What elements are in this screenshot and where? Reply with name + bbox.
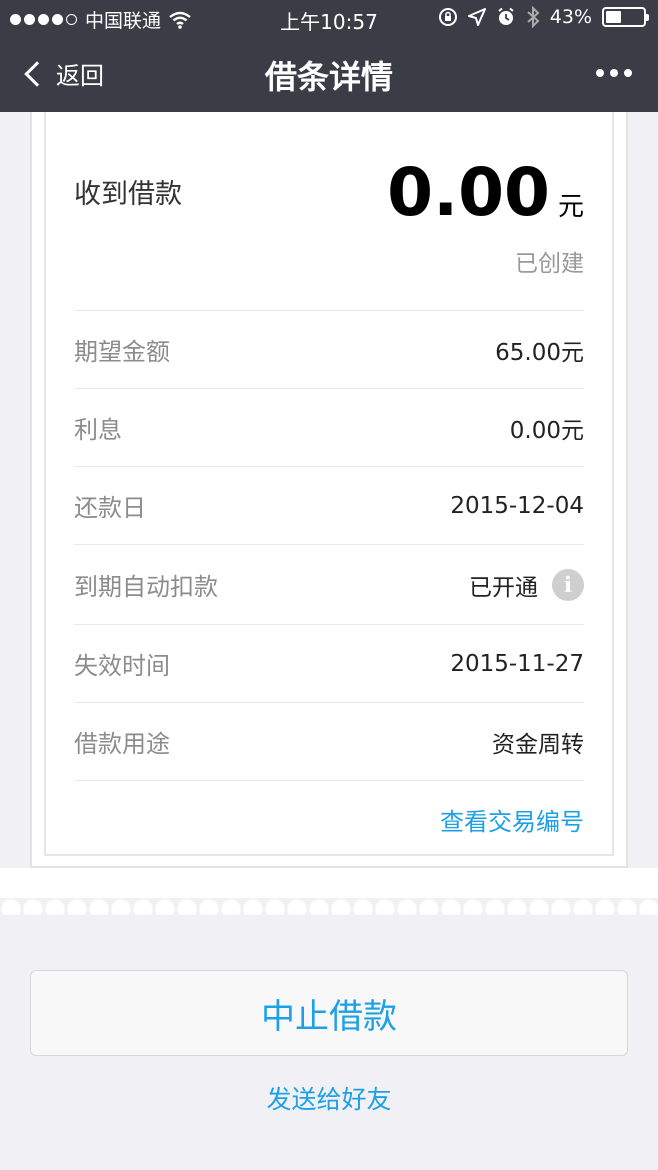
battery-percent: 43% bbox=[549, 6, 592, 28]
battery-fill bbox=[606, 11, 622, 23]
view-transaction-number-link[interactable]: 查看交易编号 bbox=[440, 802, 584, 837]
row-value: 资金周转 bbox=[492, 731, 584, 758]
row-key: 到期自动扣款 bbox=[74, 573, 218, 601]
top-bar: 中国联通 上午10:57 43% 返回 借条详情 bbox=[0, 0, 658, 112]
row-key: 失效时间 bbox=[74, 652, 170, 680]
detail-row-expiry-time: 失效时间 2015-11-27 bbox=[74, 624, 584, 702]
scalloped-edge bbox=[0, 893, 658, 915]
row-key: 期望金额 bbox=[74, 338, 170, 366]
stop-loan-button[interactable]: 中止借款 bbox=[30, 970, 628, 1056]
view-transaction-row: 查看交易编号 bbox=[74, 780, 584, 858]
row-key: 利息 bbox=[74, 416, 122, 444]
row-value: 0.00元 bbox=[509, 417, 584, 444]
status-badge: 已创建 bbox=[515, 251, 584, 277]
detail-row-expected-amount: 期望金额 65.00元 bbox=[74, 310, 584, 388]
amount-unit: 元 bbox=[557, 192, 584, 222]
detail-row-repayment-date: 还款日 2015-12-04 bbox=[74, 466, 584, 544]
nav-bar: 返回 借条详情 bbox=[0, 36, 658, 112]
location-arrow-icon bbox=[467, 8, 486, 26]
auto-debit-status: 已开通 bbox=[469, 574, 538, 601]
detail-row-auto-debit: 到期自动扣款 已开通 i bbox=[74, 544, 584, 624]
row-value: 2015-12-04 bbox=[450, 492, 584, 519]
more-options-icon[interactable] bbox=[596, 69, 632, 77]
status-right: 43% bbox=[438, 6, 649, 28]
row-value: 已开通 i bbox=[469, 568, 584, 602]
alarm-icon bbox=[498, 7, 514, 25]
status-bar: 中国联通 上午10:57 43% bbox=[0, 0, 658, 36]
row-value: 65.00元 bbox=[495, 339, 584, 366]
rotation-lock-icon bbox=[438, 8, 457, 26]
amount-value: 0.00 bbox=[387, 154, 550, 231]
row-key: 借款用途 bbox=[74, 730, 170, 758]
row-value: 2015-11-27 bbox=[450, 650, 584, 677]
send-to-friend-link[interactable]: 发送给好友 bbox=[0, 1080, 658, 1116]
row-key: 还款日 bbox=[74, 494, 146, 522]
bluetooth-icon bbox=[527, 6, 540, 28]
detail-list: 期望金额 65.00元 利息 0.00元 还款日 2015-12-04 到期自动… bbox=[74, 310, 584, 858]
detail-row-interest: 利息 0.00元 bbox=[74, 388, 584, 466]
detail-row-loan-purpose: 借款用途 资金周转 bbox=[74, 702, 584, 780]
received-loan-label: 收到借款 bbox=[74, 179, 182, 210]
receipt-card: 收到借款 0.00 元 已创建 期望金额 65.00元 利息 0.00元 还款日… bbox=[30, 112, 628, 868]
info-icon[interactable]: i bbox=[552, 568, 584, 601]
loan-amount: 0.00 元 bbox=[387, 154, 584, 231]
battery-icon bbox=[602, 7, 649, 27]
page-title: 借条详情 bbox=[264, 58, 393, 96]
